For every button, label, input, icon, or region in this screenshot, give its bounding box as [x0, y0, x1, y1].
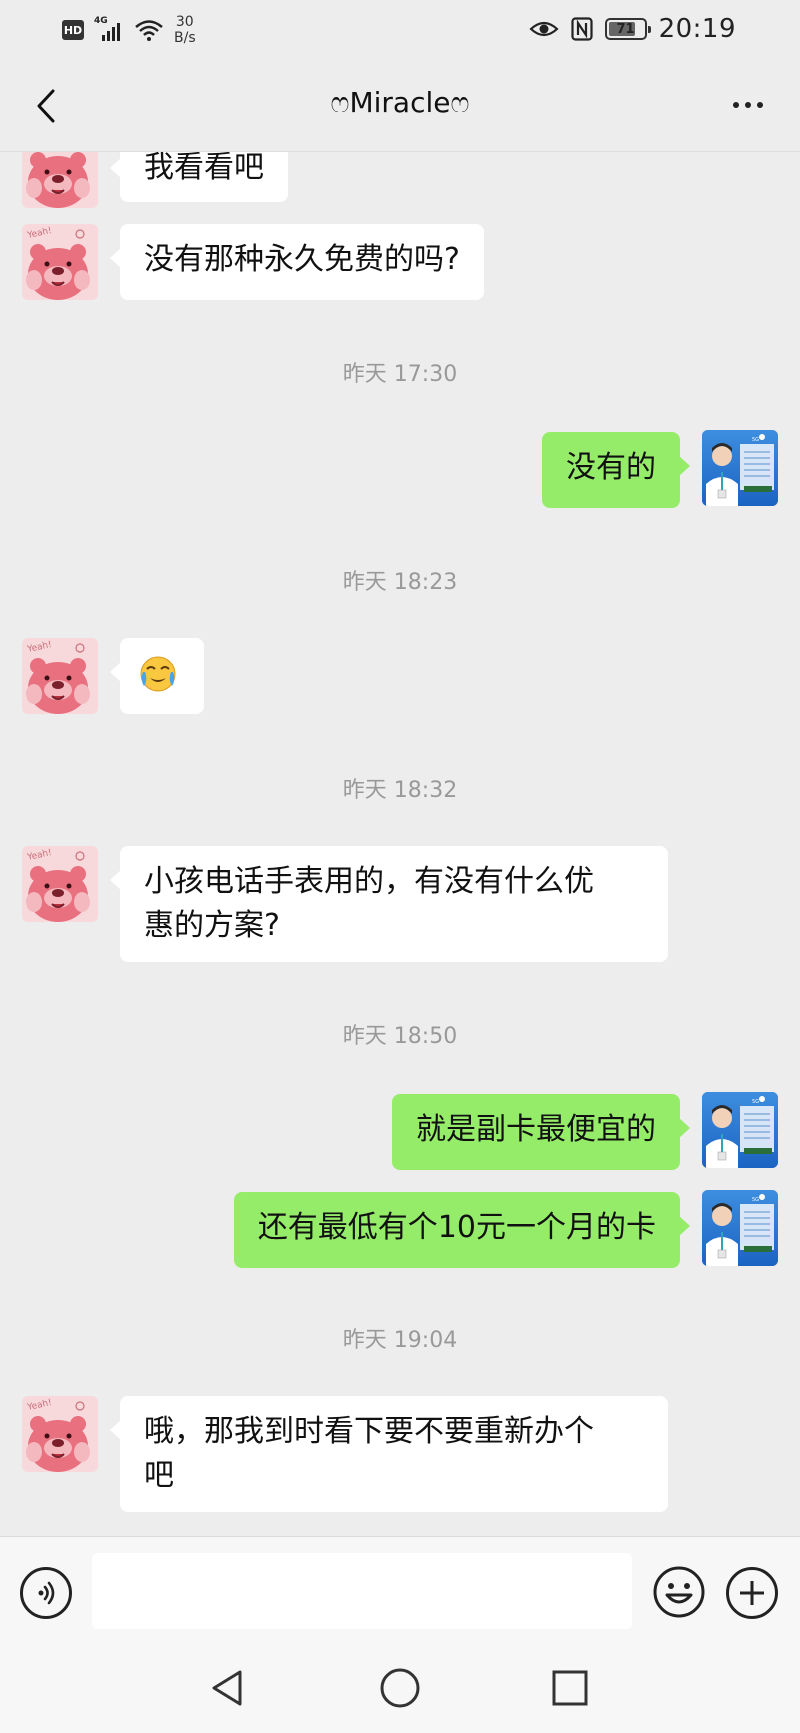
nfc-icon	[570, 17, 593, 41]
status-bar: HD 4G 30 B/s 71 20:19	[0, 0, 800, 60]
timestamp: 昨天 18:32	[342, 778, 458, 803]
input-bar	[0, 1536, 800, 1644]
my-avatar[interactable]	[702, 1092, 778, 1168]
system-nav-bar	[0, 1644, 800, 1733]
message-text: 没有的	[566, 450, 656, 485]
battery-level: 71	[616, 21, 635, 37]
cellular-signal-icon: 4G	[94, 16, 124, 41]
my-avatar[interactable]	[702, 430, 778, 506]
network-type-label: 4G	[94, 16, 108, 26]
my-avatar[interactable]	[702, 1190, 778, 1266]
wifi-icon	[135, 20, 163, 41]
nav-recent-icon[interactable]	[548, 1666, 592, 1710]
crying-emoji-icon	[140, 656, 176, 692]
contact-avatar[interactable]	[22, 1396, 98, 1472]
message-text-line: 小孩电话手表用的，有没有什么优	[144, 864, 594, 899]
contact-avatar[interactable]	[22, 638, 98, 714]
message-bubble[interactable]: 没有那种永久免费的吗?	[110, 224, 484, 300]
message-list[interactable]: 我看看吧 没有那种永久免费的吗? 昨天 17:30 没有的 昨天 18:23 昨…	[0, 152, 800, 1536]
status-left: HD 4G 30 B/s	[62, 14, 196, 46]
message-text: 就是副卡最便宜的	[416, 1112, 656, 1147]
speed-value: 30	[175, 14, 194, 30]
plus-button[interactable]	[726, 1567, 778, 1619]
contact-avatar[interactable]	[22, 224, 98, 300]
more-button[interactable]	[726, 90, 770, 120]
more-dots-icon	[733, 102, 739, 108]
message-text-line: 吧	[144, 1458, 174, 1493]
status-time: 20:19	[658, 14, 736, 44]
message-text: 我看看吧	[144, 152, 264, 185]
message-bubble[interactable]: 哦，那我到时看下要不要重新办个 吧	[110, 1396, 668, 1512]
message-bubble[interactable]: 小孩电话手表用的，有没有什么优 惠的方案?	[110, 846, 668, 962]
message-bubble[interactable]	[110, 638, 204, 714]
chat-title: ෆMiracleෆ	[330, 86, 470, 119]
nav-back-icon[interactable]	[206, 1666, 250, 1710]
battery-icon: 71	[604, 18, 651, 40]
message-bubble[interactable]: 还有最低有个10元一个月的卡	[233, 1192, 691, 1268]
message-text-line: 哦，那我到时看下要不要重新办个	[144, 1414, 594, 1449]
hd-badge: HD	[62, 20, 84, 40]
timestamp: 昨天 17:30	[342, 362, 458, 387]
emoji-button[interactable]	[652, 1565, 706, 1619]
network-speed: 30 B/s	[174, 14, 196, 46]
message-bubble[interactable]: 就是副卡最便宜的	[392, 1094, 690, 1170]
plus-icon	[740, 1581, 764, 1605]
nav-home-icon[interactable]	[378, 1666, 422, 1710]
voice-button[interactable]	[20, 1567, 72, 1619]
voice-icon	[38, 1581, 55, 1605]
message-text-line: 惠的方案?	[144, 908, 280, 943]
status-right: 71 20:19	[528, 14, 736, 44]
message-bubble[interactable]: 没有的	[542, 432, 690, 508]
message-input[interactable]	[92, 1553, 632, 1629]
eye-comfort-icon	[528, 21, 559, 37]
chat-header: ෆMiracleෆ	[0, 60, 800, 152]
timestamp: 昨天 19:04	[342, 1328, 458, 1353]
message-bubble[interactable]: 我看看吧	[110, 152, 288, 202]
timestamp: 昨天 18:50	[342, 1024, 458, 1049]
message-text: 还有最低有个10元一个月的卡	[257, 1210, 656, 1245]
timestamp: 昨天 18:23	[342, 570, 458, 595]
contact-avatar[interactable]	[22, 846, 98, 922]
speed-unit: B/s	[174, 30, 196, 46]
contact-avatar[interactable]	[22, 152, 98, 208]
message-text: 没有那种永久免费的吗?	[144, 242, 460, 277]
